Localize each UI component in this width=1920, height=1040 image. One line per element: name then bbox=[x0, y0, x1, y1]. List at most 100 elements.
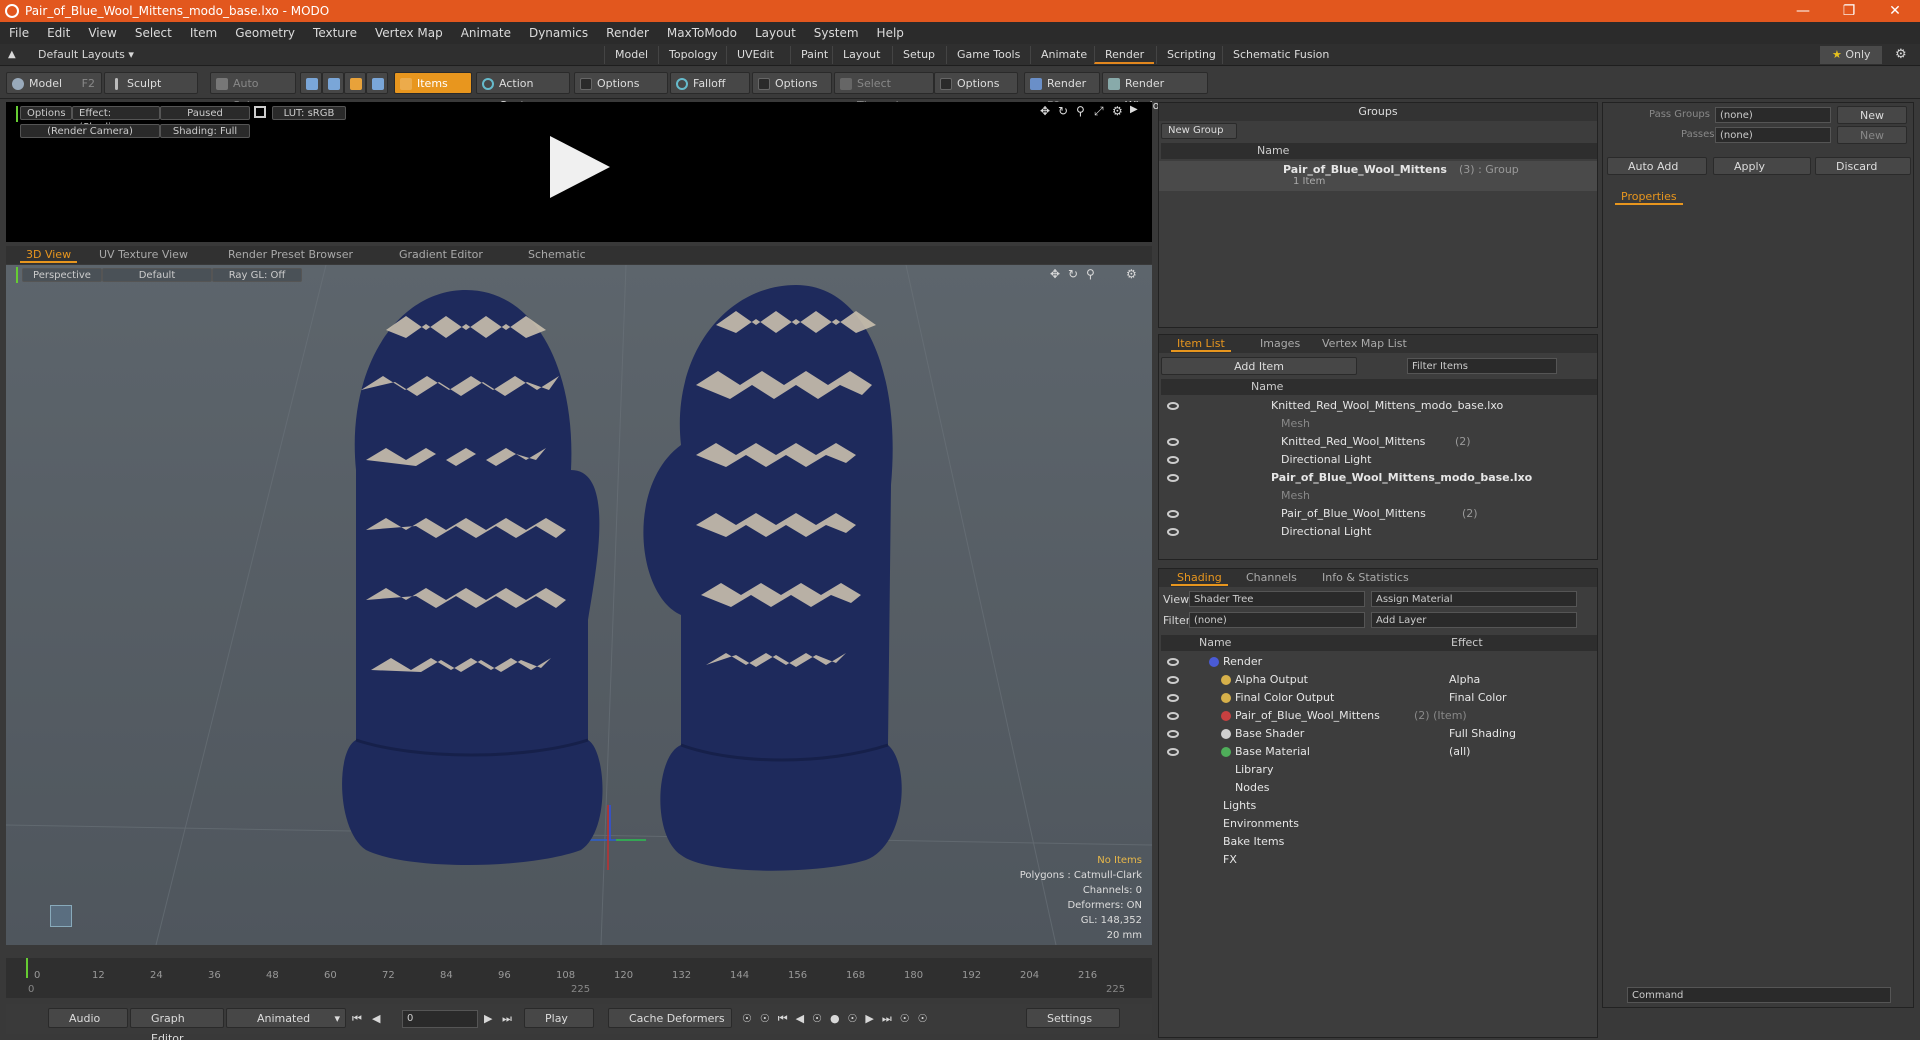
visibility-eye-icon[interactable] bbox=[1167, 510, 1179, 518]
menu-item[interactable]: Help bbox=[868, 26, 913, 40]
key-tools-icons[interactable]: ☉☉⏮◀☉●☉▶⏭☉☉ bbox=[742, 1012, 936, 1026]
preview-arrow-icon[interactable]: ▶ bbox=[1130, 104, 1138, 115]
prev-frame-icon[interactable]: ◀ bbox=[372, 1012, 380, 1025]
visibility-eye-icon[interactable] bbox=[1167, 748, 1179, 756]
menu-item[interactable]: Vertex Map bbox=[366, 26, 452, 40]
menu-item[interactable]: Texture bbox=[304, 26, 366, 40]
viewport-rotate-icon[interactable]: ↻ bbox=[1068, 267, 1078, 281]
layout-tab[interactable]: Topology bbox=[658, 46, 728, 64]
next-frame-icon[interactable]: ▶ bbox=[484, 1012, 492, 1025]
material-mode-icon[interactable] bbox=[366, 72, 388, 94]
menu-item[interactable]: Edit bbox=[38, 26, 79, 40]
shading-tab[interactable]: Shading bbox=[1171, 570, 1228, 586]
last-frame-icon[interactable]: ⏭ bbox=[502, 1012, 512, 1026]
layout-tab[interactable]: Layout bbox=[832, 46, 890, 64]
minimize-icon[interactable]: — bbox=[1780, 0, 1826, 22]
falloff-options-button[interactable]: Options bbox=[752, 72, 832, 94]
layout-tab[interactable]: Schematic Fusion bbox=[1222, 46, 1339, 64]
item-row[interactable]: Pair_of_Blue_Wool_Mittens (2) bbox=[1159, 505, 1599, 523]
cache-deformers-button[interactable]: Cache Deformers bbox=[608, 1008, 732, 1028]
shader-row[interactable]: Nodes bbox=[1159, 779, 1599, 797]
shader-row[interactable]: Environments bbox=[1159, 815, 1599, 833]
item-list-tab[interactable]: Item List bbox=[1171, 336, 1231, 352]
lock-icon[interactable] bbox=[254, 106, 266, 118]
render-button[interactable]: Render F9 bbox=[1024, 72, 1100, 112]
menu-item[interactable]: Item bbox=[181, 26, 226, 40]
default-style-dropdown[interactable]: Default bbox=[102, 268, 212, 282]
shader-effect[interactable]: Full Shading bbox=[1449, 725, 1516, 743]
item-row[interactable]: Mesh bbox=[1159, 487, 1599, 505]
only-toggle[interactable]: ★ Only bbox=[1820, 46, 1882, 64]
command-input[interactable]: Command bbox=[1627, 987, 1891, 1003]
visibility-eye-icon[interactable] bbox=[1167, 658, 1179, 666]
viewport-tab[interactable]: 3D View bbox=[20, 247, 78, 263]
3d-viewport[interactable]: Perspective Default Ray GL: Off ✥ ↻ ⚲ ⚙ … bbox=[6, 265, 1152, 945]
select-options-button[interactable]: Options bbox=[934, 72, 1018, 94]
shader-row[interactable]: FX bbox=[1159, 851, 1599, 869]
render-window-button[interactable]: Render Window bbox=[1102, 72, 1208, 112]
passes-dropdown[interactable]: (none) bbox=[1715, 127, 1831, 143]
menu-item[interactable]: Animate bbox=[452, 26, 520, 40]
preview-maximize-icon[interactable]: ⤢ bbox=[1094, 104, 1104, 119]
layout-tab[interactable]: Animate bbox=[1030, 46, 1097, 64]
sculpt-button[interactable]: Sculpt bbox=[104, 72, 198, 94]
item-row[interactable]: Directional Light bbox=[1159, 451, 1599, 469]
shader-effect[interactable]: Final Color bbox=[1449, 689, 1507, 707]
viewport-tab[interactable]: UV Texture View bbox=[93, 247, 194, 263]
collapse-icon[interactable]: ▲ bbox=[8, 49, 16, 60]
layout-tab[interactable]: Paint bbox=[790, 46, 838, 64]
new-pass-group-button[interactable]: New bbox=[1837, 106, 1907, 124]
falloff-button[interactable]: Falloff bbox=[670, 72, 750, 94]
edge-mode-icon[interactable] bbox=[322, 72, 344, 94]
discard-button[interactable]: Discard bbox=[1815, 157, 1911, 175]
shader-row[interactable]: Final Color Output Final Color bbox=[1159, 689, 1599, 707]
action-center-options-button[interactable]: Options bbox=[574, 72, 668, 94]
viewport-pan-icon[interactable]: ✥ bbox=[1050, 267, 1060, 281]
menu-item[interactable]: View bbox=[79, 26, 125, 40]
view-dropdown[interactable]: Shader Tree bbox=[1189, 591, 1365, 607]
add-item-dropdown[interactable]: Add Item bbox=[1161, 357, 1357, 375]
visibility-eye-icon[interactable] bbox=[1167, 712, 1179, 720]
preview-refresh-icon[interactable]: ↻ bbox=[1058, 104, 1068, 118]
shading-tab[interactable]: Channels bbox=[1240, 570, 1303, 586]
ray-gl-dropdown[interactable]: Ray GL: Off bbox=[212, 268, 302, 282]
visibility-eye-icon[interactable] bbox=[1167, 474, 1179, 482]
viewport-tab[interactable]: Render Preset Browser bbox=[222, 247, 359, 263]
first-frame-icon[interactable]: ⏮ bbox=[352, 1012, 362, 1026]
perspective-dropdown[interactable]: Perspective bbox=[22, 268, 102, 282]
layout-tab[interactable]: Setup bbox=[892, 46, 945, 64]
pass-groups-dropdown[interactable]: (none) bbox=[1715, 107, 1831, 123]
group-row[interactable]: Pair_of_Blue_Wool_Mittens (3) : Group 1 … bbox=[1159, 161, 1597, 191]
preview-effect-dropdown[interactable]: Effect: (Shadi... bbox=[72, 106, 160, 133]
layout-tab[interactable]: Scripting bbox=[1156, 46, 1226, 64]
menu-item[interactable]: System bbox=[805, 26, 868, 40]
animated-dropdown[interactable]: Animated ▾ bbox=[226, 1008, 346, 1028]
polygon-mode-icon[interactable] bbox=[344, 72, 366, 94]
preview-lut-dropdown[interactable]: LUT: sRGB bbox=[272, 106, 346, 120]
visibility-eye-icon[interactable] bbox=[1167, 730, 1179, 738]
item-list-tab[interactable]: Vertex Map List bbox=[1316, 336, 1413, 352]
layout-tab[interactable]: Model bbox=[604, 46, 658, 64]
item-row[interactable]: Pair_of_Blue_Wool_Mittens_modo_base.lxo bbox=[1159, 469, 1599, 487]
gear-icon[interactable]: ⚙ bbox=[1895, 47, 1907, 62]
menu-item[interactable]: MaxToModo bbox=[658, 26, 746, 40]
shader-row[interactable]: Bake Items bbox=[1159, 833, 1599, 851]
frame-input[interactable]: 0 bbox=[402, 1010, 478, 1028]
preview-zoom-icon[interactable]: ⚲ bbox=[1076, 104, 1085, 118]
menu-item[interactable]: Select bbox=[126, 26, 181, 40]
vertex-mode-icon[interactable] bbox=[300, 72, 322, 94]
viewport-gear-icon[interactable]: ⚙ bbox=[1126, 267, 1137, 281]
visibility-eye-icon[interactable] bbox=[1167, 676, 1179, 684]
apply-button[interactable]: Apply bbox=[1713, 157, 1811, 175]
menu-item[interactable]: Render bbox=[597, 26, 658, 40]
timeline[interactable]: 0 225 225 0 12 24 36 48 60 72 84 96 108 120 132 144 1… bbox=[6, 958, 1152, 998]
item-row[interactable]: Directional Light bbox=[1159, 523, 1599, 541]
visibility-eye-icon[interactable] bbox=[1167, 456, 1179, 464]
filter-items-input[interactable]: Filter Items bbox=[1407, 358, 1557, 374]
item-row[interactable]: Knitted_Red_Wool_Mittens_modo_base.lxo bbox=[1159, 397, 1599, 415]
play-button[interactable]: Play bbox=[524, 1008, 594, 1028]
shader-row[interactable]: Base Material (all) bbox=[1159, 743, 1599, 761]
shader-effect[interactable]: Alpha bbox=[1449, 671, 1480, 689]
action-center-button[interactable]: Action Center bbox=[476, 72, 570, 112]
properties-tab[interactable]: Properties bbox=[1615, 189, 1683, 205]
